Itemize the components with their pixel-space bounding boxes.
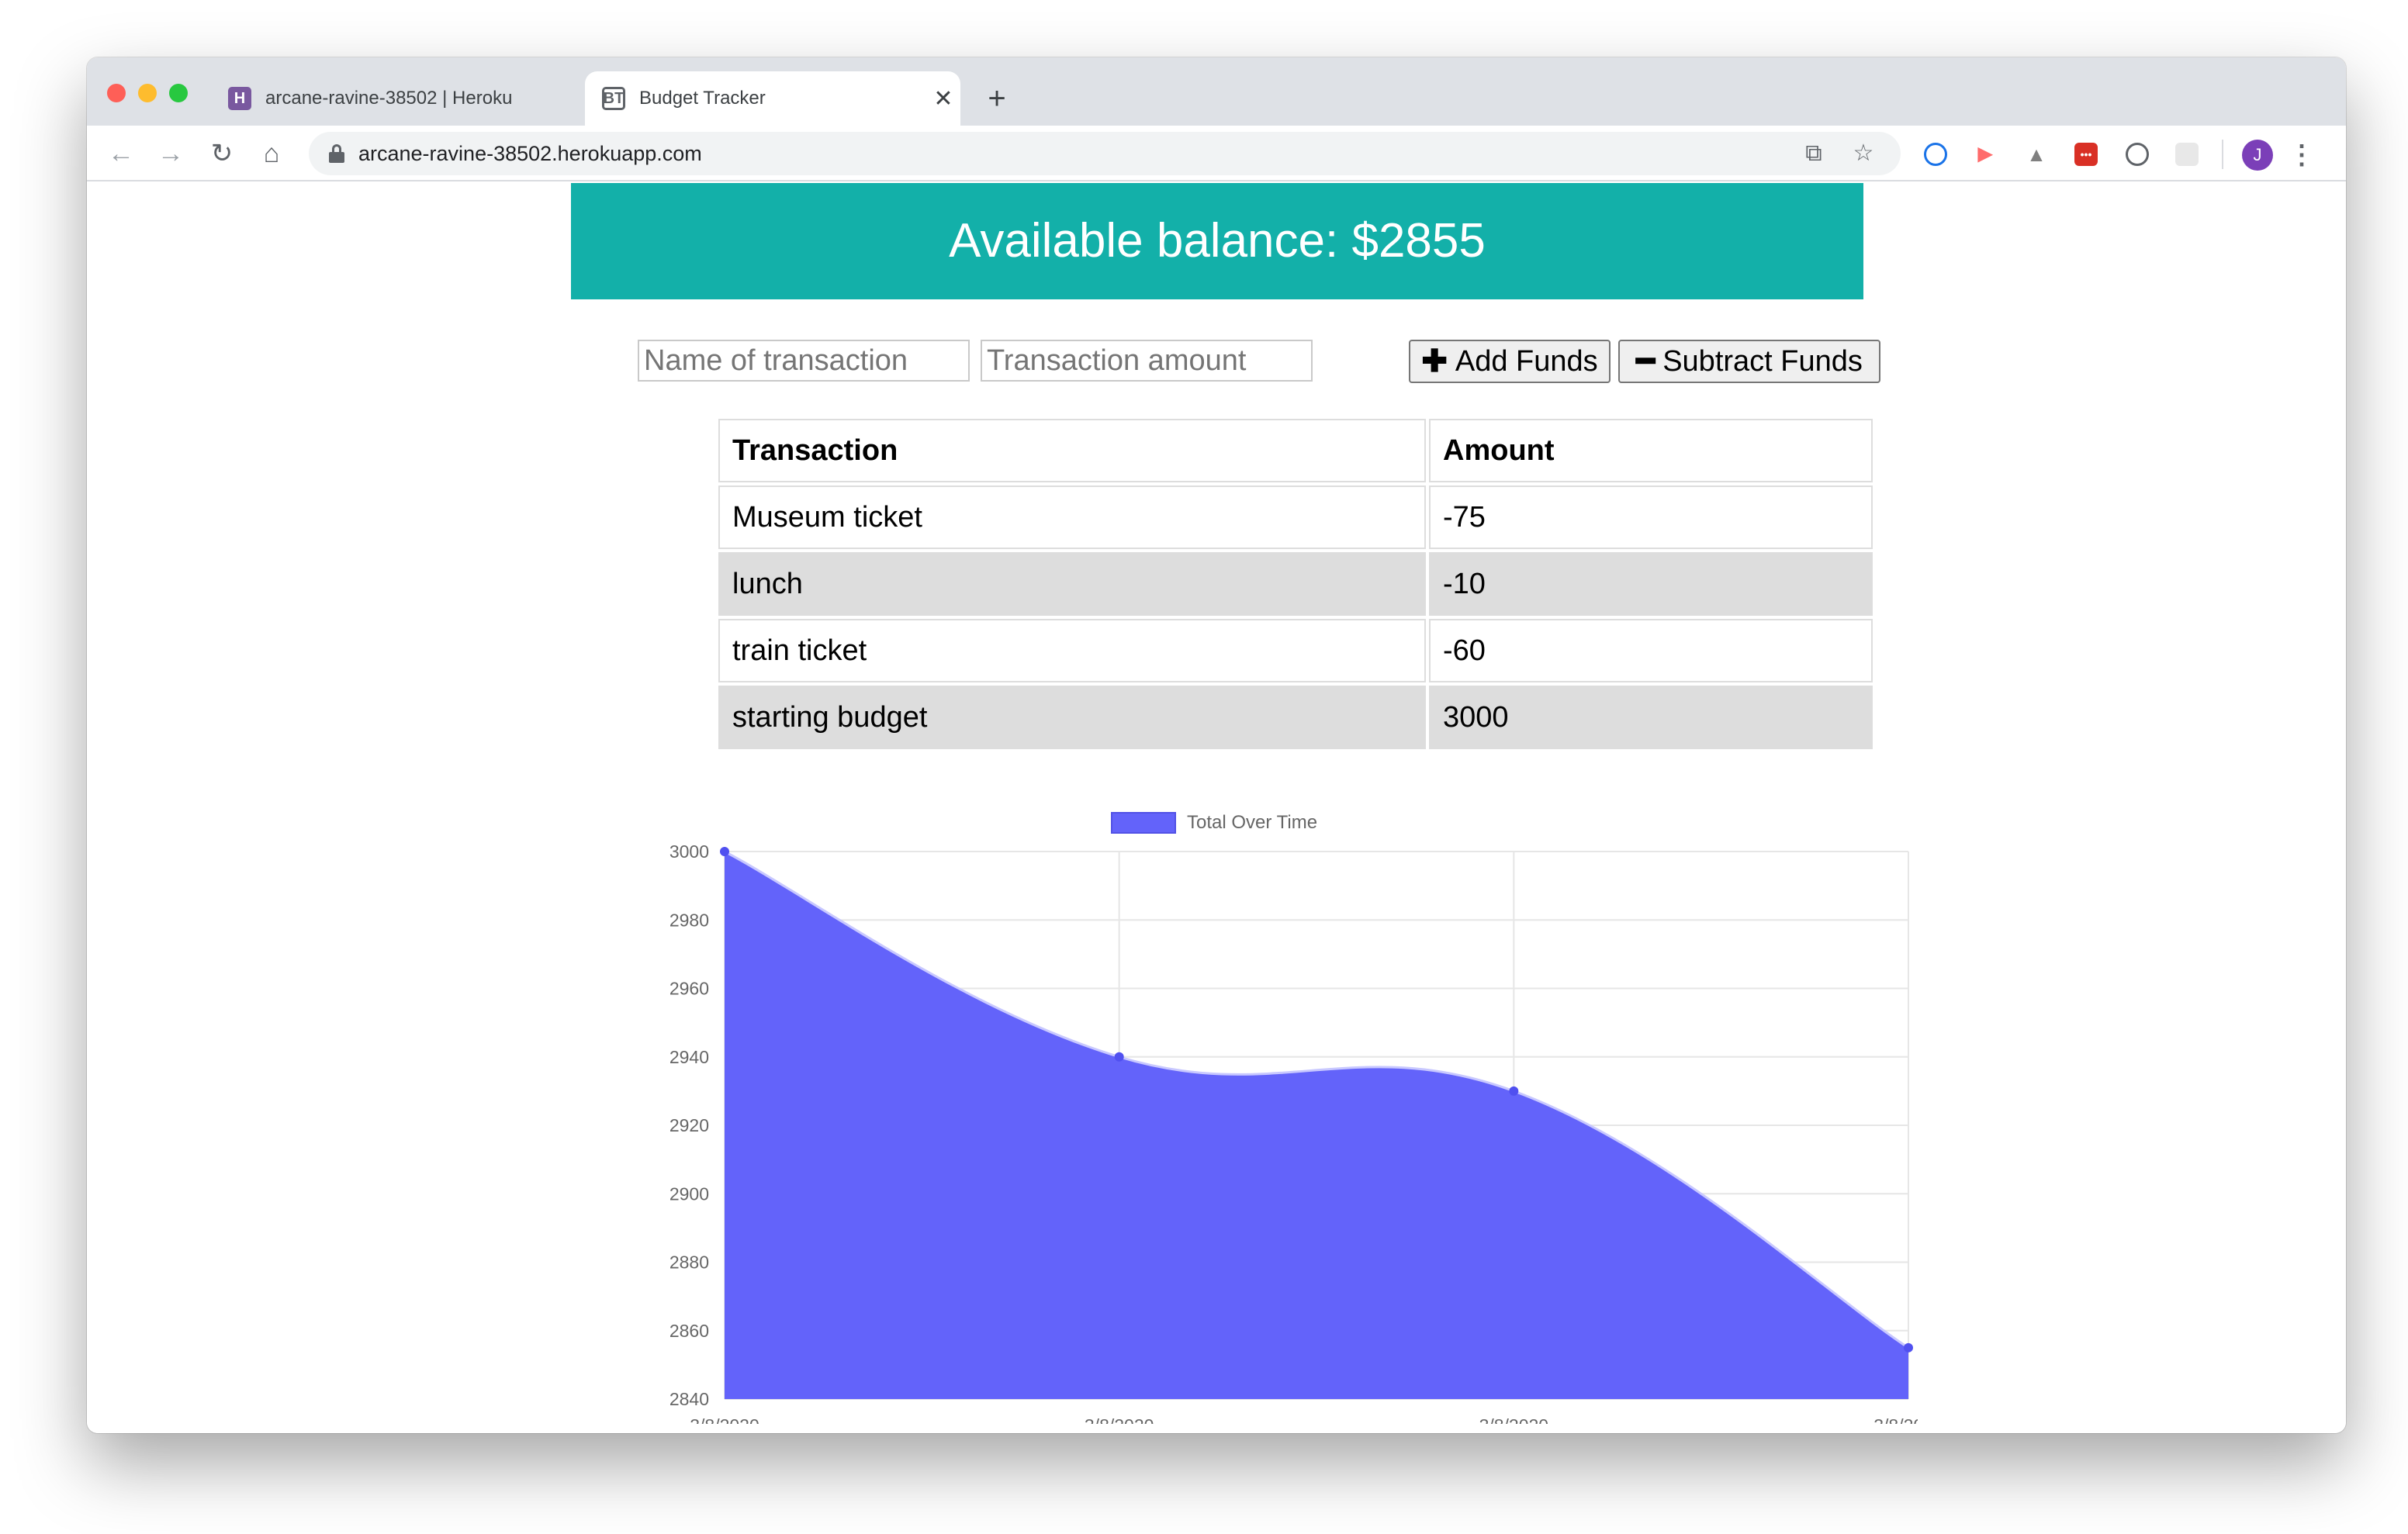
- tab-strip: H arcane-ravine-38502 | Heroku ✕ BT Budg…: [87, 57, 2346, 126]
- tab-budget-tracker[interactable]: BT Budget Tracker ✕: [585, 71, 960, 126]
- subtract-funds-button[interactable]: ━ Subtract Funds: [1618, 340, 1880, 383]
- balance-header: Available balance: $2855: [571, 183, 1863, 299]
- tab-title: Budget Tracker: [639, 88, 766, 109]
- extension-password-icon[interactable]: •••: [2074, 143, 2098, 166]
- close-window-button[interactable]: [107, 84, 126, 102]
- data-point: [1509, 1086, 1519, 1096]
- url-text: arcane-ravine-38502.herokuapp.com: [358, 142, 702, 165]
- data-point: [1904, 1342, 1913, 1353]
- new-tab-button[interactable]: +: [979, 81, 1015, 116]
- transaction-name-input[interactable]: [638, 340, 970, 382]
- browser-window: H arcane-ravine-38502 | Heroku ✕ BT Budg…: [87, 57, 2346, 1433]
- tab-title: arcane-ravine-38502 | Heroku: [265, 88, 513, 109]
- menu-icon[interactable]: ⋮: [2289, 136, 2315, 174]
- y-tick-label: 3000: [669, 841, 709, 862]
- y-tick-label: 2900: [669, 1183, 709, 1204]
- transaction-name-cell: starting budget: [718, 686, 1426, 749]
- transaction-amount-cell: -75: [1429, 485, 1873, 549]
- transaction-amount-cell: 3000: [1429, 686, 1873, 749]
- extension-clock-icon[interactable]: [2126, 143, 2149, 166]
- extension-record-icon[interactable]: ▶: [1974, 143, 1997, 166]
- table-header-row: Transaction Amount: [718, 419, 1873, 482]
- transaction-amount-cell: -60: [1429, 619, 1873, 682]
- extension-gray-icon[interactable]: [2175, 143, 2199, 166]
- table-row: lunch -10: [718, 552, 1873, 616]
- total-over-time-chart: Total Over Time 3000 2980 2960 2940 2920 2900…: [568, 803, 1918, 1424]
- data-point: [720, 847, 729, 856]
- reload-icon[interactable]: ↻: [203, 135, 240, 172]
- heroku-icon: H: [228, 87, 251, 110]
- y-tick-label: 2960: [669, 979, 709, 999]
- add-funds-button[interactable]: ✚ Add Funds: [1409, 340, 1611, 383]
- y-tick-label: 2860: [669, 1321, 709, 1341]
- x-tick-label: 3/8/2020: [690, 1415, 759, 1424]
- browser-toolbar: ← → ↻ ⌂ arcane-ravine-38502.herokuapp.co…: [87, 126, 2346, 181]
- y-tick-label: 2920: [669, 1115, 709, 1135]
- table-row: starting budget 3000: [718, 686, 1873, 749]
- table-row: train ticket -60: [718, 619, 1873, 682]
- back-icon[interactable]: ←: [102, 135, 140, 172]
- minimize-window-button[interactable]: [138, 84, 157, 102]
- x-tick-label: 3/8/2020: [1085, 1415, 1154, 1424]
- profile-avatar[interactable]: J: [2242, 140, 2273, 171]
- x-tick-label: 3/8/2020: [1479, 1415, 1549, 1424]
- subtract-funds-label: Subtract Funds: [1662, 344, 1863, 378]
- chart-svg: 3000 2980 2960 2940 2920 2900 2880 2860 2840 3/8/…: [669, 841, 1918, 1424]
- close-tab-icon[interactable]: ✕: [926, 85, 960, 112]
- data-point: [1114, 1052, 1124, 1062]
- maximize-window-button[interactable]: [169, 84, 188, 102]
- table-row: Museum ticket -75: [718, 485, 1873, 549]
- open-external-icon[interactable]: ⧉: [1800, 140, 1828, 168]
- lock-icon: [329, 144, 344, 163]
- y-tick-label: 2940: [669, 1047, 709, 1067]
- forward-icon[interactable]: →: [152, 135, 189, 172]
- transaction-name-cell: lunch: [718, 552, 1426, 616]
- address-bar[interactable]: arcane-ravine-38502.herokuapp.com ⧉ ☆: [309, 132, 1901, 175]
- bookmark-star-icon[interactable]: ☆: [1849, 140, 1877, 168]
- minus-icon: ━: [1636, 344, 1656, 378]
- page-favicon-icon: BT: [602, 87, 625, 110]
- add-funds-label: Add Funds: [1455, 344, 1598, 378]
- y-tick-label: 2840: [669, 1389, 709, 1409]
- extension-drive-icon[interactable]: ▲: [2025, 143, 2048, 166]
- transaction-name-cell: Museum ticket: [718, 485, 1426, 549]
- column-header-transaction: Transaction: [718, 419, 1426, 482]
- transaction-name-cell: train ticket: [718, 619, 1426, 682]
- column-header-amount: Amount: [1429, 419, 1873, 482]
- transaction-table: Transaction Amount Museum ticket -75 lun…: [715, 416, 1876, 752]
- page-viewport: Available balance: $2855 ✚ Add Funds ━ S…: [87, 183, 2346, 1433]
- x-tick-label: 3/8/2020: [1873, 1415, 1918, 1424]
- y-tick-label: 2980: [669, 910, 709, 930]
- transaction-amount-cell: -10: [1429, 552, 1873, 616]
- y-tick-label: 2880: [669, 1252, 709, 1273]
- toolbar-divider: [2222, 140, 2223, 169]
- home-icon[interactable]: ⌂: [253, 135, 290, 172]
- extension-chat-icon[interactable]: [1924, 143, 1947, 166]
- plus-icon: ✚: [1421, 344, 1448, 378]
- transaction-amount-input[interactable]: [981, 340, 1313, 382]
